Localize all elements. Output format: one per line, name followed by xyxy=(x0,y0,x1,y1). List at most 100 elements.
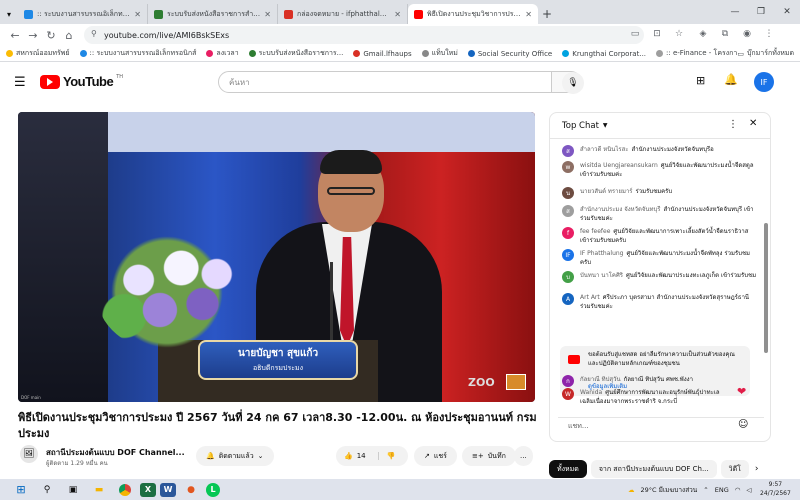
chat-message[interactable]: f fee feefee ศูนย์วิจัยและพัฒนาการเพาะเลี… xyxy=(562,227,758,245)
subscribe-button[interactable]: 🔔 ติดตามแล้ว ⌄ xyxy=(196,446,274,466)
notifications-bell-icon[interactable]: 🔔 xyxy=(724,73,738,86)
chat-message[interactable]: IF IF Phatthalung ศูนย์วิจัยและพัฒนาประมง… xyxy=(562,249,758,267)
share-icon: ↗ xyxy=(424,452,430,460)
chat-close-icon[interactable]: ✕ xyxy=(749,118,757,129)
tab-favicon-icon xyxy=(284,9,293,19)
chip-all[interactable]: ทั้งหมด xyxy=(549,460,587,478)
excel-icon[interactable]: X xyxy=(140,482,156,497)
chat-more-icon[interactable]: ⋮ xyxy=(728,119,738,130)
maximize-icon[interactable]: ❐ xyxy=(748,0,774,24)
language-indicator[interactable]: ENG xyxy=(715,486,729,494)
task-view-icon[interactable]: ▣ xyxy=(62,481,84,499)
weather-text[interactable]: 29°C มีเมฆบางส่วน xyxy=(641,485,698,495)
video-player[interactable]: นายบัญชา สุขแก้ว อธิบดีกรมประมง ZOO DOF … xyxy=(18,112,535,402)
taskbar-clock[interactable]: 9:57 24/7/2567 xyxy=(760,480,791,498)
bookmark-item[interactable]: Gmail.lfhaups xyxy=(353,49,412,58)
chat-message[interactable]: น นายวสันต์ ทรายมาร์ ร่วมรับชมครับ xyxy=(562,187,758,199)
bookmark-item[interactable]: สหกรณ์ออมทรัพย์ xyxy=(6,48,70,59)
voice-search-button[interactable]: 🎙 xyxy=(562,72,584,94)
tab-close-icon[interactable]: ✕ xyxy=(394,10,401,19)
forward-arrow-icon[interactable]: → xyxy=(24,26,42,44)
emoji-icon[interactable]: ☺ xyxy=(738,419,748,430)
avatar-initials: IF xyxy=(760,77,768,87)
extensions-puzzle-icon[interactable]: ⧉ xyxy=(718,26,732,42)
line-app-icon[interactable]: L xyxy=(206,482,220,497)
chat-input[interactable]: แชท... xyxy=(558,417,764,435)
microphone-stand xyxy=(330,262,333,352)
install-app-icon[interactable]: ⊡ xyxy=(650,26,664,42)
wifi-icon[interactable]: ◠ xyxy=(735,486,741,494)
chat-scrollbar[interactable] xyxy=(764,223,768,353)
chat-message[interactable]: ก กัลยาณี ทิปสุวัน กัลยาณี ทิปสุวัน ศพช.พ… xyxy=(562,375,758,387)
chip-from-channel[interactable]: จาก สถานีประมงต้นแบบ DOF Ch... xyxy=(590,460,717,478)
bookmark-item[interactable]: แท็บใหม่ xyxy=(421,48,458,59)
volume-icon[interactable]: ◁ xyxy=(746,486,751,494)
tab-close-icon[interactable]: ✕ xyxy=(525,10,532,19)
chat-message[interactable]: บ บันทนา นาโคศิริ ศูนย์วิจัยและพัฒนาประมง… xyxy=(562,271,758,283)
tray-chevron-icon[interactable]: ⌃ xyxy=(703,486,708,494)
create-icon[interactable]: ⊞ xyxy=(696,74,705,87)
bookmark-item[interactable]: :: ระบบงานสารบรรณอิเล็กทรอนิกส์ xyxy=(79,48,197,59)
chrome-icon[interactable] xyxy=(114,481,136,499)
bookmark-item[interactable]: Krungthai Corporat... xyxy=(562,50,646,58)
bookmark-item[interactable]: :: e-Finance - โครงการ... xyxy=(656,48,748,59)
all-bookmarks-button[interactable]: ▭ บุ๊กมาร์กทั้งหมด xyxy=(737,48,794,59)
flower-arrangement xyxy=(96,232,238,352)
app-icon[interactable]: ● xyxy=(180,481,202,499)
chat-author: สำนักงานประมง จังหวัดจันทบุรี xyxy=(580,206,661,213)
tab-close-icon[interactable]: ✕ xyxy=(134,10,141,19)
gmail-icon xyxy=(353,50,361,57)
profile-icon[interactable]: ◉ xyxy=(740,26,754,42)
chat-message[interactable]: ส สำนักงานประมง จังหวัดจันทบุรี สำนักงานป… xyxy=(562,205,758,223)
dislike-icon[interactable]: 👎 xyxy=(377,452,395,460)
browser-tab-active[interactable]: พิธีเปิดงานประชุมวิชาการประมง ปี 2567 ✕ xyxy=(408,4,538,24)
browser-tab-2[interactable]: ระบบรับส่งหนังสือราชการสำนักงานประมง ✕ xyxy=(148,4,278,24)
chevron-right-icon[interactable]: › xyxy=(755,464,759,474)
channel-avatar[interactable]: 🖼 xyxy=(20,445,38,463)
chat-text: ศูนย์วิจัยและพัฒนาประมงทะเลภูเก็ต เข้าร่… xyxy=(625,272,757,279)
browser-tab-3[interactable]: กล่องจดหมาย - ifphatthalung@gmail ✕ xyxy=(278,4,408,24)
cast-icon[interactable]: ▭ xyxy=(628,26,642,42)
word-icon[interactable]: W xyxy=(160,482,176,497)
youtube-play-icon xyxy=(40,74,60,89)
youtube-logo[interactable]: YouTube TH xyxy=(40,74,123,89)
chat-message[interactable]: w wisitda Uengjareansukarn ศูนย์วิจัยและพ… xyxy=(562,161,758,179)
browser-tab-1[interactable]: :: ระบบงานสารบรรณอิเล็กทรอนิกส์ ✕ xyxy=(18,4,148,24)
like-icon[interactable]: 👍 xyxy=(344,452,353,460)
bookmark-star-icon[interactable]: ☆ xyxy=(672,26,686,42)
chat-message[interactable]: W Wanida ศูนย์ศึกษาการพัฒนาและอนุรักษ์พัน… xyxy=(562,388,732,406)
bookmark-item[interactable]: ลงเวลา xyxy=(206,48,239,59)
chip-videos[interactable]: วิดีโ xyxy=(720,460,749,478)
reload-icon[interactable]: ↻ xyxy=(42,26,60,44)
chat-message[interactable]: ส สำลาวดี หนินไรสะ สำนักงานประมงจังหวัดจั… xyxy=(562,145,758,157)
site-info-icon[interactable]: ⚲ xyxy=(91,29,97,38)
file-explorer-icon[interactable]: ▬ xyxy=(88,481,110,499)
chrome-menu-icon[interactable]: ⋮ xyxy=(762,26,776,42)
taskbar-search-icon[interactable]: ⚲ xyxy=(36,481,58,499)
chat-message[interactable]: A Art Art ศรีประภา บุตรสามา สำนักงานประมง… xyxy=(562,293,758,311)
search-input[interactable]: ค้นหา xyxy=(218,71,552,93)
chat-input-placeholder: แชท... xyxy=(568,422,589,430)
more-actions-button[interactable]: ... xyxy=(514,446,533,466)
windows-start-icon[interactable]: ⊞ xyxy=(10,481,32,499)
chat-text: สำนักงานประมงจังหวัดจันทบุรีอ xyxy=(631,146,714,153)
menu-icon[interactable]: ☰ xyxy=(14,75,26,90)
back-arrow-icon[interactable]: ← xyxy=(6,26,24,44)
share-button[interactable]: ↗ แชร์ xyxy=(414,446,457,466)
bookmark-item[interactable]: Social Security Office xyxy=(467,50,552,58)
tab-close-icon[interactable]: ✕ xyxy=(264,10,271,19)
extension-icon[interactable]: ◈ xyxy=(696,26,710,42)
minimize-icon[interactable]: — xyxy=(722,0,748,24)
bookmark-label: Gmail.lfhaups xyxy=(363,49,412,58)
bookmark-label: :: ระบบงานสารบรรณอิเล็กทรอนิกส์ xyxy=(89,49,197,57)
tab-search-icon[interactable]: ▾ xyxy=(0,4,18,24)
save-button[interactable]: ≡+ บันทึก xyxy=(462,446,516,466)
home-icon[interactable]: ⌂ xyxy=(60,26,78,44)
bookmark-favicon-icon xyxy=(467,50,475,57)
new-tab-button[interactable]: + xyxy=(538,4,556,24)
chat-avatar: บ xyxy=(562,271,574,283)
bookmark-item[interactable]: ระบบรับส่งหนังสือราชการ... xyxy=(248,48,343,59)
account-avatar[interactable]: IF xyxy=(754,72,774,92)
close-window-icon[interactable]: ✕ xyxy=(774,0,800,24)
address-bar[interactable]: ⚲ youtube.com/live/AMI6BskSExs xyxy=(84,26,644,44)
